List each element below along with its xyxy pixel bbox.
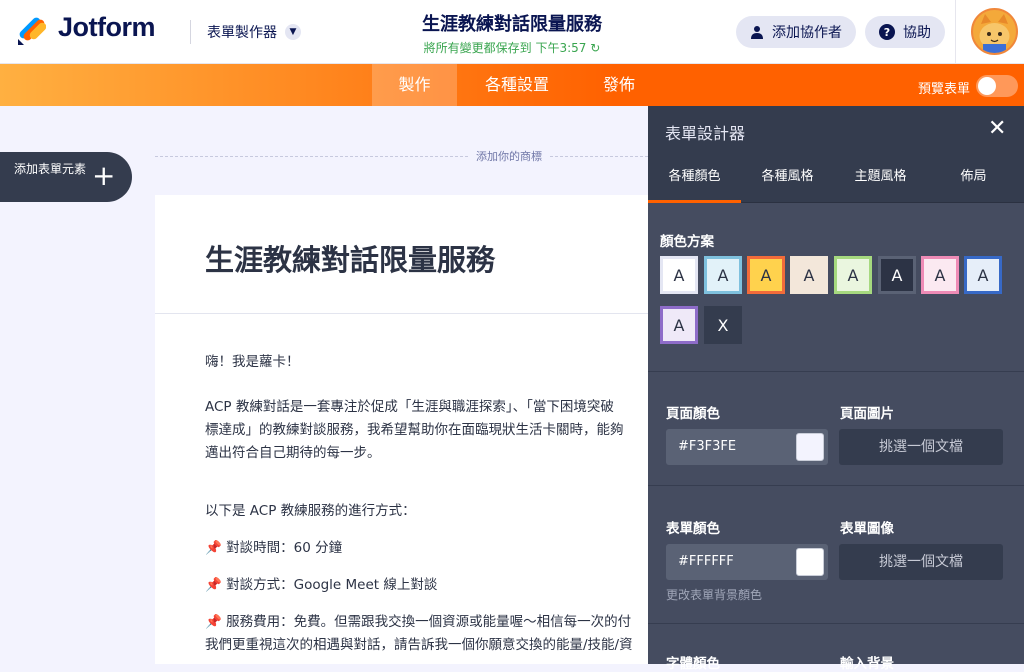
form-image-choose-button[interactable]: 挑選一個文檔 (839, 544, 1003, 580)
page-color-section: 頁面顏色 頁面圖片 #F3F3FE 挑選一個文檔 (648, 372, 1024, 486)
paragraph-line: 嗨！我是蘿卡！ (205, 354, 300, 370)
tab-colors[interactable]: 各種顏色 (648, 153, 741, 203)
panel-title: 表單設計器 (648, 106, 1024, 153)
plus-icon: + (92, 159, 116, 192)
form-card: 生涯教練對話限量服務 嗨！我是蘿卡！ ACP 教練對話是一套專注於促成「生涯與職… (155, 195, 648, 664)
paragraph-line: ACP 教練對話是一套專注於促成「生涯與職涯探索」、「當下困境突破 (205, 399, 614, 415)
tab-layout[interactable]: 佈局 (927, 153, 1020, 203)
color-scheme-swatch[interactable]: A (660, 306, 698, 344)
account-area (955, 0, 1024, 64)
svg-text:?: ? (884, 26, 890, 39)
add-collaborator-label: 添加協作者 (772, 25, 842, 41)
form-canvas: 添加表單元素 + 添加你的商標 生涯教練對話限量服務 嗨！我是蘿卡！ ACP 教… (0, 106, 648, 664)
page-image-choose-button[interactable]: 挑選一個文檔 (839, 429, 1003, 465)
paragraph-line: 標達成」的教練對談服務，我希望幫助你在面臨現狀生活卡關時，能夠 (205, 422, 624, 438)
tab-publish[interactable]: 發佈 (590, 64, 648, 106)
paragraph-line: 我們更重視這次的相遇與對話，請告訴我一個你願意交換的能量/技能/資 (205, 637, 633, 653)
pin-icon: 📌 (205, 577, 222, 593)
page-color-swatch[interactable] (796, 433, 824, 461)
form-color-swatch[interactable] (796, 548, 824, 576)
input-bg-label: 輸入背景 (840, 656, 894, 672)
color-scheme-section: 顏色方案 AAAAAAAAAX (648, 204, 1024, 372)
list-item: 📌 對談時間：60 分鐘 (205, 540, 343, 556)
tab-settings[interactable]: 各種設置 (470, 64, 564, 106)
color-scheme-swatch[interactable]: A (878, 256, 916, 294)
page-color-label: 頁面顏色 (666, 406, 720, 422)
pin-icon: 📌 (205, 614, 222, 630)
main-nav: 製作 各種設置 發佈 預覽表單 (0, 64, 1024, 106)
tab-styles[interactable]: 各種風格 (741, 153, 834, 203)
pin-icon: 📌 (205, 540, 222, 556)
page-color-input[interactable]: #F3F3FE (666, 429, 828, 465)
add-element-label: 添加表單元素 (14, 162, 87, 176)
help-icon: ? (879, 24, 895, 40)
color-scheme-swatch[interactable]: A (921, 256, 959, 294)
form-color-section: 表單顏色 表單圖像 #FFFFFF 挑選一個文檔 更改表單背景顏色 (648, 486, 1024, 624)
cat-avatar-icon (979, 14, 1010, 53)
top-header: Jotform 表單製作器 ▼ 生涯教練對話限量服務 將所有變更都保存到 下午3… (0, 0, 1024, 64)
form-color-hint: 更改表單背景顏色 (666, 588, 763, 602)
color-scheme-swatch[interactable]: A (964, 256, 1002, 294)
paragraph-line: 以下是 ACP 教練服務的進行方式： (205, 503, 416, 519)
form-color-label: 表單顏色 (666, 521, 720, 537)
form-color-input[interactable]: #FFFFFF (666, 544, 828, 580)
clear-scheme-swatch[interactable]: X (704, 306, 742, 344)
color-scheme-swatch[interactable]: A (704, 256, 742, 294)
form-paragraph[interactable]: 嗨！我是蘿卡！ ACP 教練對話是一套專注於促成「生涯與職涯探索」、「當下困境突… (155, 314, 648, 657)
close-icon[interactable]: ✕ (988, 116, 1006, 141)
page-image-label: 頁面圖片 (840, 406, 894, 422)
preview-label: 預覽表單 (918, 82, 971, 97)
logo-dashed-line (155, 156, 648, 157)
preview-toggle[interactable] (976, 75, 1018, 97)
paragraph-line: 邁出符合自己期待的每一步。 (205, 445, 381, 461)
avatar[interactable] (971, 8, 1018, 55)
color-scheme-swatch[interactable]: A (834, 256, 872, 294)
refresh-icon: ↻ (590, 41, 601, 55)
font-color-section: 字體顏色 輸入背景 (648, 624, 1024, 672)
user-icon (751, 26, 763, 39)
list-item: 📌 對談方式：Google Meet 線上對談 (205, 577, 438, 593)
toggle-knob (978, 77, 996, 95)
color-scheme-swatch[interactable]: A (790, 256, 828, 294)
font-color-label: 字體顏色 (666, 656, 720, 672)
form-heading[interactable]: 生涯教練對話限量服務 (155, 195, 648, 314)
list-item: 📌 服務費用：免費。但需跟我交換一個資源或能量喔～相信每一次的付 (205, 614, 632, 630)
form-designer-panel: 表單設計器 ✕ 各種顏色 各種風格 主題風格 佈局 顏色方案 AAAAAAAAA… (648, 106, 1024, 672)
help-label: 協助 (903, 25, 931, 41)
color-scheme-label: 顏色方案 (660, 234, 714, 250)
designer-tabs: 各種顏色 各種風格 主題風格 佈局 (648, 153, 1024, 203)
form-image-label: 表單圖像 (840, 521, 894, 537)
tab-themes[interactable]: 主題風格 (834, 153, 927, 203)
tab-build[interactable]: 製作 (372, 64, 457, 106)
add-collaborator-button[interactable]: 添加協作者 (736, 16, 856, 48)
help-button[interactable]: ? 協助 (865, 16, 945, 48)
add-logo-link[interactable]: 添加你的商標 (468, 148, 550, 164)
add-form-element-button[interactable]: 添加表單元素 + (0, 152, 132, 202)
color-scheme-swatch[interactable]: A (747, 256, 785, 294)
color-scheme-swatch[interactable]: A (660, 256, 698, 294)
